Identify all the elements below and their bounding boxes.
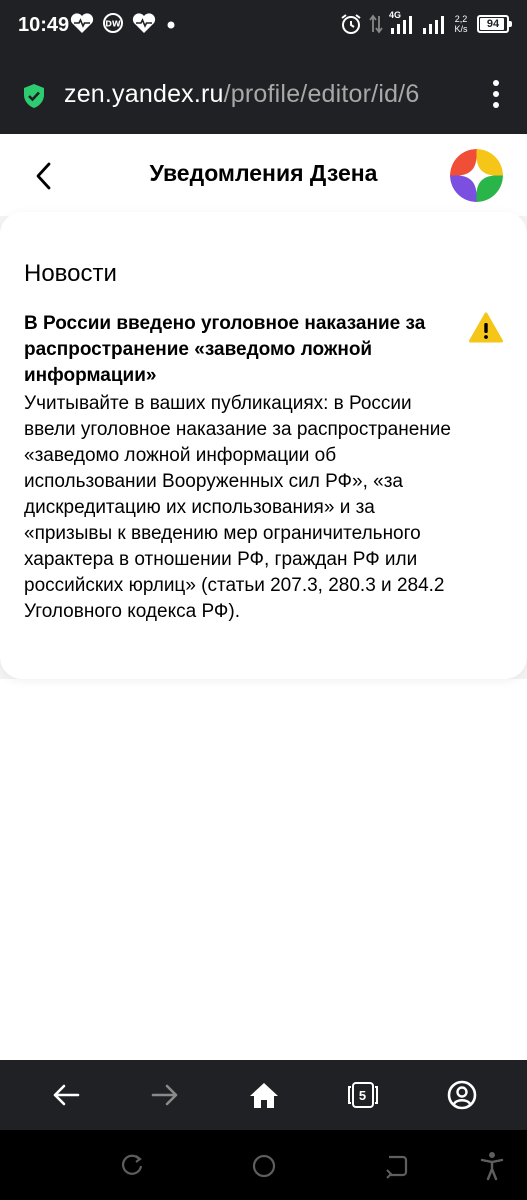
home-button[interactable] [250, 1152, 278, 1180]
heart-monitor-icon [132, 13, 156, 34]
warning-triangle-icon [469, 312, 503, 343]
browser-address-bar[interactable]: zen.yandex.ru/profile/editor/id/6 [0, 56, 527, 134]
accessibility-icon [480, 1152, 504, 1181]
heart-monitor-icon [70, 13, 94, 34]
signal-icon [391, 16, 412, 34]
status-notification-icons: DW [70, 12, 178, 34]
zen-logo-avatar[interactable] [450, 149, 503, 202]
browser-home-button[interactable] [238, 1069, 290, 1121]
network-speed: 2,2 K/s [451, 14, 471, 34]
home-circle-icon [252, 1154, 276, 1178]
account-circle-icon [447, 1080, 476, 1110]
browser-forward-button[interactable] [139, 1069, 191, 1121]
page-title: Уведомления Дзена [149, 160, 378, 186]
browser-bottom-nav: 5 [0, 1060, 527, 1130]
browser-tabs-button[interactable]: 5 [337, 1069, 389, 1121]
battery-level: 94 [486, 18, 500, 30]
home-icon [249, 1083, 278, 1108]
tabs-count-icon: 5 [347, 1081, 378, 1109]
network-speed-value: 2,2 [454, 14, 468, 24]
data-arrows-icon [369, 14, 383, 34]
news-card: Новости В России введено уголовное наказ… [0, 212, 527, 679]
status-time: 10:49 [18, 14, 70, 36]
notice-body: Учитывайте в ваших публикациях: в России… [24, 393, 451, 622]
system-nav-bar [0, 1130, 527, 1200]
accessibility-button[interactable] [478, 1152, 506, 1181]
signal-4g: 4G [389, 10, 415, 36]
url-path: /profile/editor/id/6 [223, 80, 420, 108]
arrow-left-icon [53, 1084, 79, 1106]
system-back-button[interactable] [382, 1152, 410, 1180]
dot-icon [167, 21, 175, 29]
page-empty-area [0, 679, 527, 1060]
dw-icon: DW [103, 13, 123, 33]
svg-text:DW: DW [105, 20, 121, 29]
battery-icon: 94 [477, 15, 512, 33]
status-system-icons: 4G 2,2 K/s 94 [339, 10, 512, 36]
notice-headline: В России введено уголовное наказание за … [24, 313, 426, 386]
recents-button[interactable] [118, 1152, 146, 1180]
browser-profile-button[interactable] [436, 1069, 488, 1121]
alarm-icon [341, 14, 361, 34]
page-header: Уведомления Дзена [0, 134, 527, 216]
network-speed-unit: K/s [454, 24, 468, 34]
tabs-count: 5 [351, 1082, 374, 1108]
more-vertical-icon[interactable] [491, 80, 501, 108]
url-text[interactable]: zen.yandex.ru/profile/editor/id/6 [64, 80, 466, 109]
url-domain: zen.yandex.ru [64, 80, 224, 108]
back-icon [386, 1155, 408, 1179]
browser-back-button[interactable] [40, 1069, 92, 1121]
signal-icon [423, 16, 444, 34]
shield-check-icon[interactable] [22, 83, 46, 109]
recents-icon [121, 1154, 143, 1175]
arrow-right-icon [151, 1084, 177, 1106]
status-bar: 10:49 DW 4G 2,2 K/s 94 [0, 0, 527, 56]
section-title: Новости [24, 260, 117, 287]
